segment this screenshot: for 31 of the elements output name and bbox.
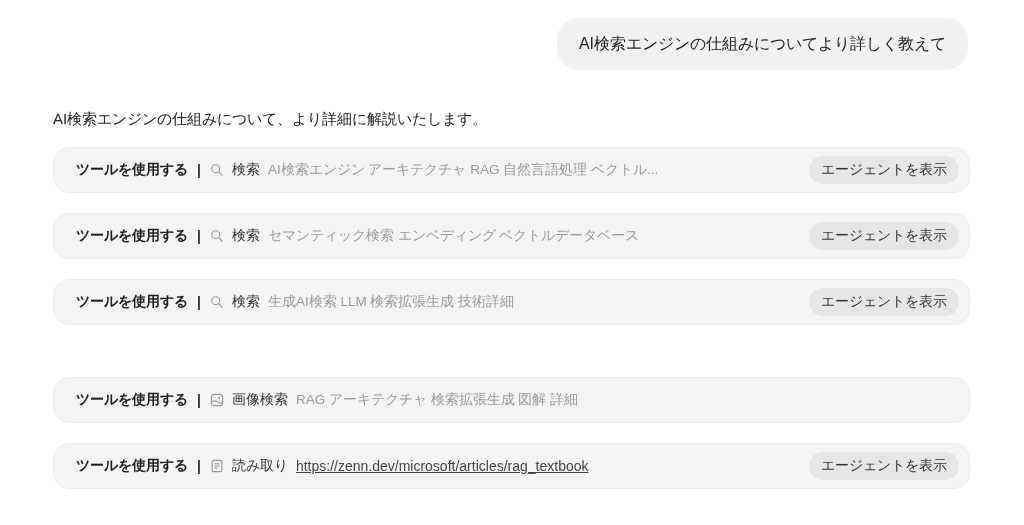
tool-action: 検索 xyxy=(231,161,260,179)
view-agent-button[interactable]: エージェントを表示 xyxy=(809,288,959,316)
separator: | xyxy=(197,458,201,474)
image-icon xyxy=(209,393,224,407)
separator: | xyxy=(197,228,201,244)
separator: | xyxy=(197,392,201,408)
view-agent-button[interactable]: エージェントを表示 xyxy=(809,156,959,184)
separator: | xyxy=(197,294,201,310)
search-icon xyxy=(209,229,224,243)
url-link[interactable]: https://zenn.dev/microsoft/articles/rag_textbook xyxy=(295,458,589,474)
search-query: 生成AI検索 LLM 検索拡張生成 技術詳細 xyxy=(267,293,515,311)
tool-label: ツールを使用する xyxy=(76,391,188,409)
search-icon xyxy=(209,295,224,309)
tool-action: 検索 xyxy=(231,227,260,245)
tool-label: ツールを使用する xyxy=(76,161,188,179)
view-agent-button[interactable]: エージェントを表示 xyxy=(809,452,959,480)
search-query: AI検索エンジン アーキテクチャ RAG 自然言語処理 ベクトル... xyxy=(267,161,659,179)
search-query: セマンティック検索 エンベディング ベクトルデータベース xyxy=(267,227,640,245)
tool-action: 読み取り xyxy=(231,457,288,475)
tool-label: ツールを使用する xyxy=(76,457,188,475)
tool-label: ツールを使用する xyxy=(76,227,188,245)
user-message: AI検索エンジンの仕組みについてより詳しく教えて xyxy=(556,18,968,70)
search-icon xyxy=(209,163,224,177)
response-text: AI検索エンジンの仕組みについて、より詳細に解説いたします。 xyxy=(53,109,489,129)
tool-action: 画像検索 xyxy=(231,391,288,409)
tool-label: ツールを使用する xyxy=(76,293,188,311)
tool-action: 検索 xyxy=(231,293,260,311)
view-agent-button[interactable]: エージェントを表示 xyxy=(809,222,959,250)
search-query: RAG アーキテクチャ 検索拡張生成 図解 詳細 xyxy=(295,391,579,409)
separator: | xyxy=(197,162,201,178)
document-icon xyxy=(209,459,224,473)
